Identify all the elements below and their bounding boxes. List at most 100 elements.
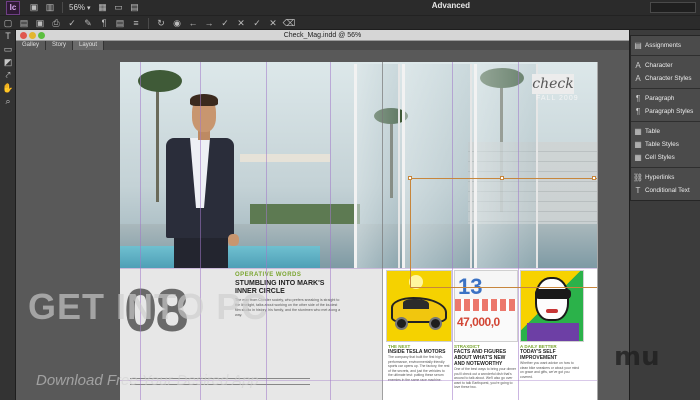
story-icon[interactable]: ≡ [128,17,144,30]
control-panel: ▢ ▤ ▣ ⎙ ✓ ✎ ¶ ▤ ≡ ↻ ◉ ← → ✓ ✕ ✓ ✕ ⌫ [0,15,700,30]
pergola [240,154,330,162]
document-titlebar: Check_Mag.indd @ 56% [16,30,629,41]
panel-table-styles[interactable]: ▦ Table Styles [631,138,700,151]
frame-handle[interactable] [500,176,504,180]
panel-character[interactable]: A Character [631,59,700,72]
panel-list: ▤ Assignments A Character A Character St… [630,35,700,201]
panel-group: ▦ Table ▦ Table Styles ▦ Cell Styles [631,122,700,168]
panel-conditional-text[interactable]: T Conditional Text [631,184,700,197]
panel-cell-styles[interactable]: ▦ Cell Styles [631,151,700,164]
check-spelling-icon[interactable]: ✓ [64,17,80,30]
man-hair [190,94,218,106]
conditional-text-icon: T [635,186,641,195]
edit-icon[interactable]: ✎ [80,17,96,30]
magazine-spread[interactable]: check FALL 2009 08 OPERATIVE WORDS STUMB… [120,62,598,400]
reject-change-icon[interactable]: ✕ [233,17,249,30]
stats-stripe [455,299,517,311]
print-icon[interactable]: ⎙ [48,17,64,30]
view-options-icon[interactable]: ▦ [95,1,111,14]
panel-table[interactable]: ▦ Table [631,125,700,138]
minibridge-icon[interactable]: ▥ [42,1,58,14]
column-guide [200,62,201,400]
cell-styles-icon: ▦ [634,153,642,162]
car-wheel [429,317,442,330]
workspace-switcher[interactable]: Advanced [432,1,470,10]
column-headline: TODAY'S SELF IMPROVEMENT [520,349,558,361]
palm-leaves [138,70,182,92]
note-tool-icon[interactable]: ▭ [0,43,16,56]
panel-hyperlinks[interactable]: ⛓ Hyperlinks [631,171,700,184]
type-tool-icon[interactable]: T [0,30,16,43]
hand-tool-icon[interactable]: ✋ [0,82,16,95]
paragraph-icon: ¶ [635,94,641,103]
divider [62,2,63,13]
palm-tree [156,82,159,202]
tab-story[interactable]: Story [46,41,74,50]
column-guide [140,62,141,400]
panel-label: Paragraph [645,95,675,102]
accept-change-icon[interactable]: ✓ [217,17,233,30]
tab-galley[interactable]: Galley [16,41,47,50]
frame-handle[interactable] [592,176,596,180]
panel-group: A Character A Character Styles [631,56,700,89]
column-body: The company that built the first high-pe… [388,355,450,382]
sync-icon[interactable]: ↻ [153,17,169,30]
layout-canvas[interactable]: check FALL 2009 08 OPERATIVE WORDS STUMB… [16,50,629,400]
pop-goggles [535,289,571,299]
magazine-logo: check [532,74,574,94]
column-body: Whether you want advice on how to clean … [520,361,580,379]
column-text-1[interactable]: THE NEXT INSIDE TESLA MOTORS The company… [388,344,450,382]
save-icon[interactable]: ▣ [32,17,48,30]
eyedropper-icon[interactable]: ⤤ [0,69,16,82]
zoom-dropdown-icon[interactable]: ▾ [87,4,95,12]
reject-all-icon[interactable]: ✕ [265,17,281,30]
car-window [403,299,429,309]
arrow-right-icon[interactable]: → [201,17,217,30]
zoom-level[interactable]: 56% [67,1,87,14]
table-icon: ▦ [634,127,642,136]
app-logo: Ic [6,0,20,15]
tools-panel: T ▭ ◩ ⤤ ✋ ⌕ [0,30,16,400]
panel-group: ⛓ Hyperlinks T Conditional Text [631,168,700,200]
indesign-window: Ic ▣ ▥ 56% ▾ ▦ ▭ ▤ Advanced ▢ ▤ ▣ ⎙ ✓ ✎ … [0,0,700,400]
open-icon[interactable]: ▤ [16,17,32,30]
panel-group: ¶ Paragraph ¶ Paragraph Styles [631,89,700,122]
accept-all-icon[interactable]: ✓ [249,17,265,30]
panel-character-styles[interactable]: A Character Styles [631,72,700,85]
paragraph-mark-icon[interactable]: ¶ [96,17,112,30]
arrow-left-icon[interactable]: ← [185,17,201,30]
arrange-documents-icon[interactable]: ▤ [127,1,143,14]
delete-icon[interactable]: ⌫ [281,17,297,30]
column-text-3[interactable]: A DAILY BETTER TODAY'S SELF IMPROVEMENT … [520,344,582,379]
stats-number: 47,000,0 [457,315,500,329]
divider [148,17,149,29]
tab-layout[interactable]: Layout [73,41,105,50]
hyperlinks-icon: ⛓ [632,173,644,182]
panel-paragraph-styles[interactable]: ¶ Paragraph Styles [631,105,700,118]
new-document-icon[interactable]: ▢ [0,17,16,30]
frame-handle[interactable] [408,176,412,180]
text-frame-icon[interactable]: ▤ [112,17,128,30]
brand-watermark: mu [614,342,660,372]
selected-frame[interactable] [410,178,597,288]
panel-assignments[interactable]: ▤ Assignments [631,39,700,52]
preview-icon[interactable]: ◉ [169,17,185,30]
column-headline: FACTS AND FIGURES ABOUT WHAT'S NEW AND N… [454,349,507,367]
frame-tool-icon[interactable]: ◩ [0,56,16,69]
panel-group: ▤ Assignments [631,36,700,56]
character-styles-icon: A [635,74,641,83]
document-title: Check_Mag.indd @ 56% [283,32,362,39]
watermark-subtitle: Download Free Your Desired App [36,372,259,389]
help-search-input[interactable] [650,2,696,13]
bridge-icon[interactable]: ▣ [26,1,42,14]
character-icon: A [635,61,641,70]
zoom-tool-icon[interactable]: ⌕ [0,95,16,108]
panel-paragraph[interactable]: ¶ Paragraph [631,92,700,105]
panel-label: Table Styles [645,141,679,148]
column-text-2[interactable]: STRAXDICT FACTS AND FIGURES ABOUT WHAT'S… [454,344,516,390]
table-styles-icon: ▦ [634,140,642,149]
panel-label: Hyperlinks [645,174,675,181]
screen-mode-icon[interactable]: ▭ [111,1,127,14]
panel-label: Cell Styles [645,154,675,161]
assignments-icon: ▤ [634,41,642,50]
